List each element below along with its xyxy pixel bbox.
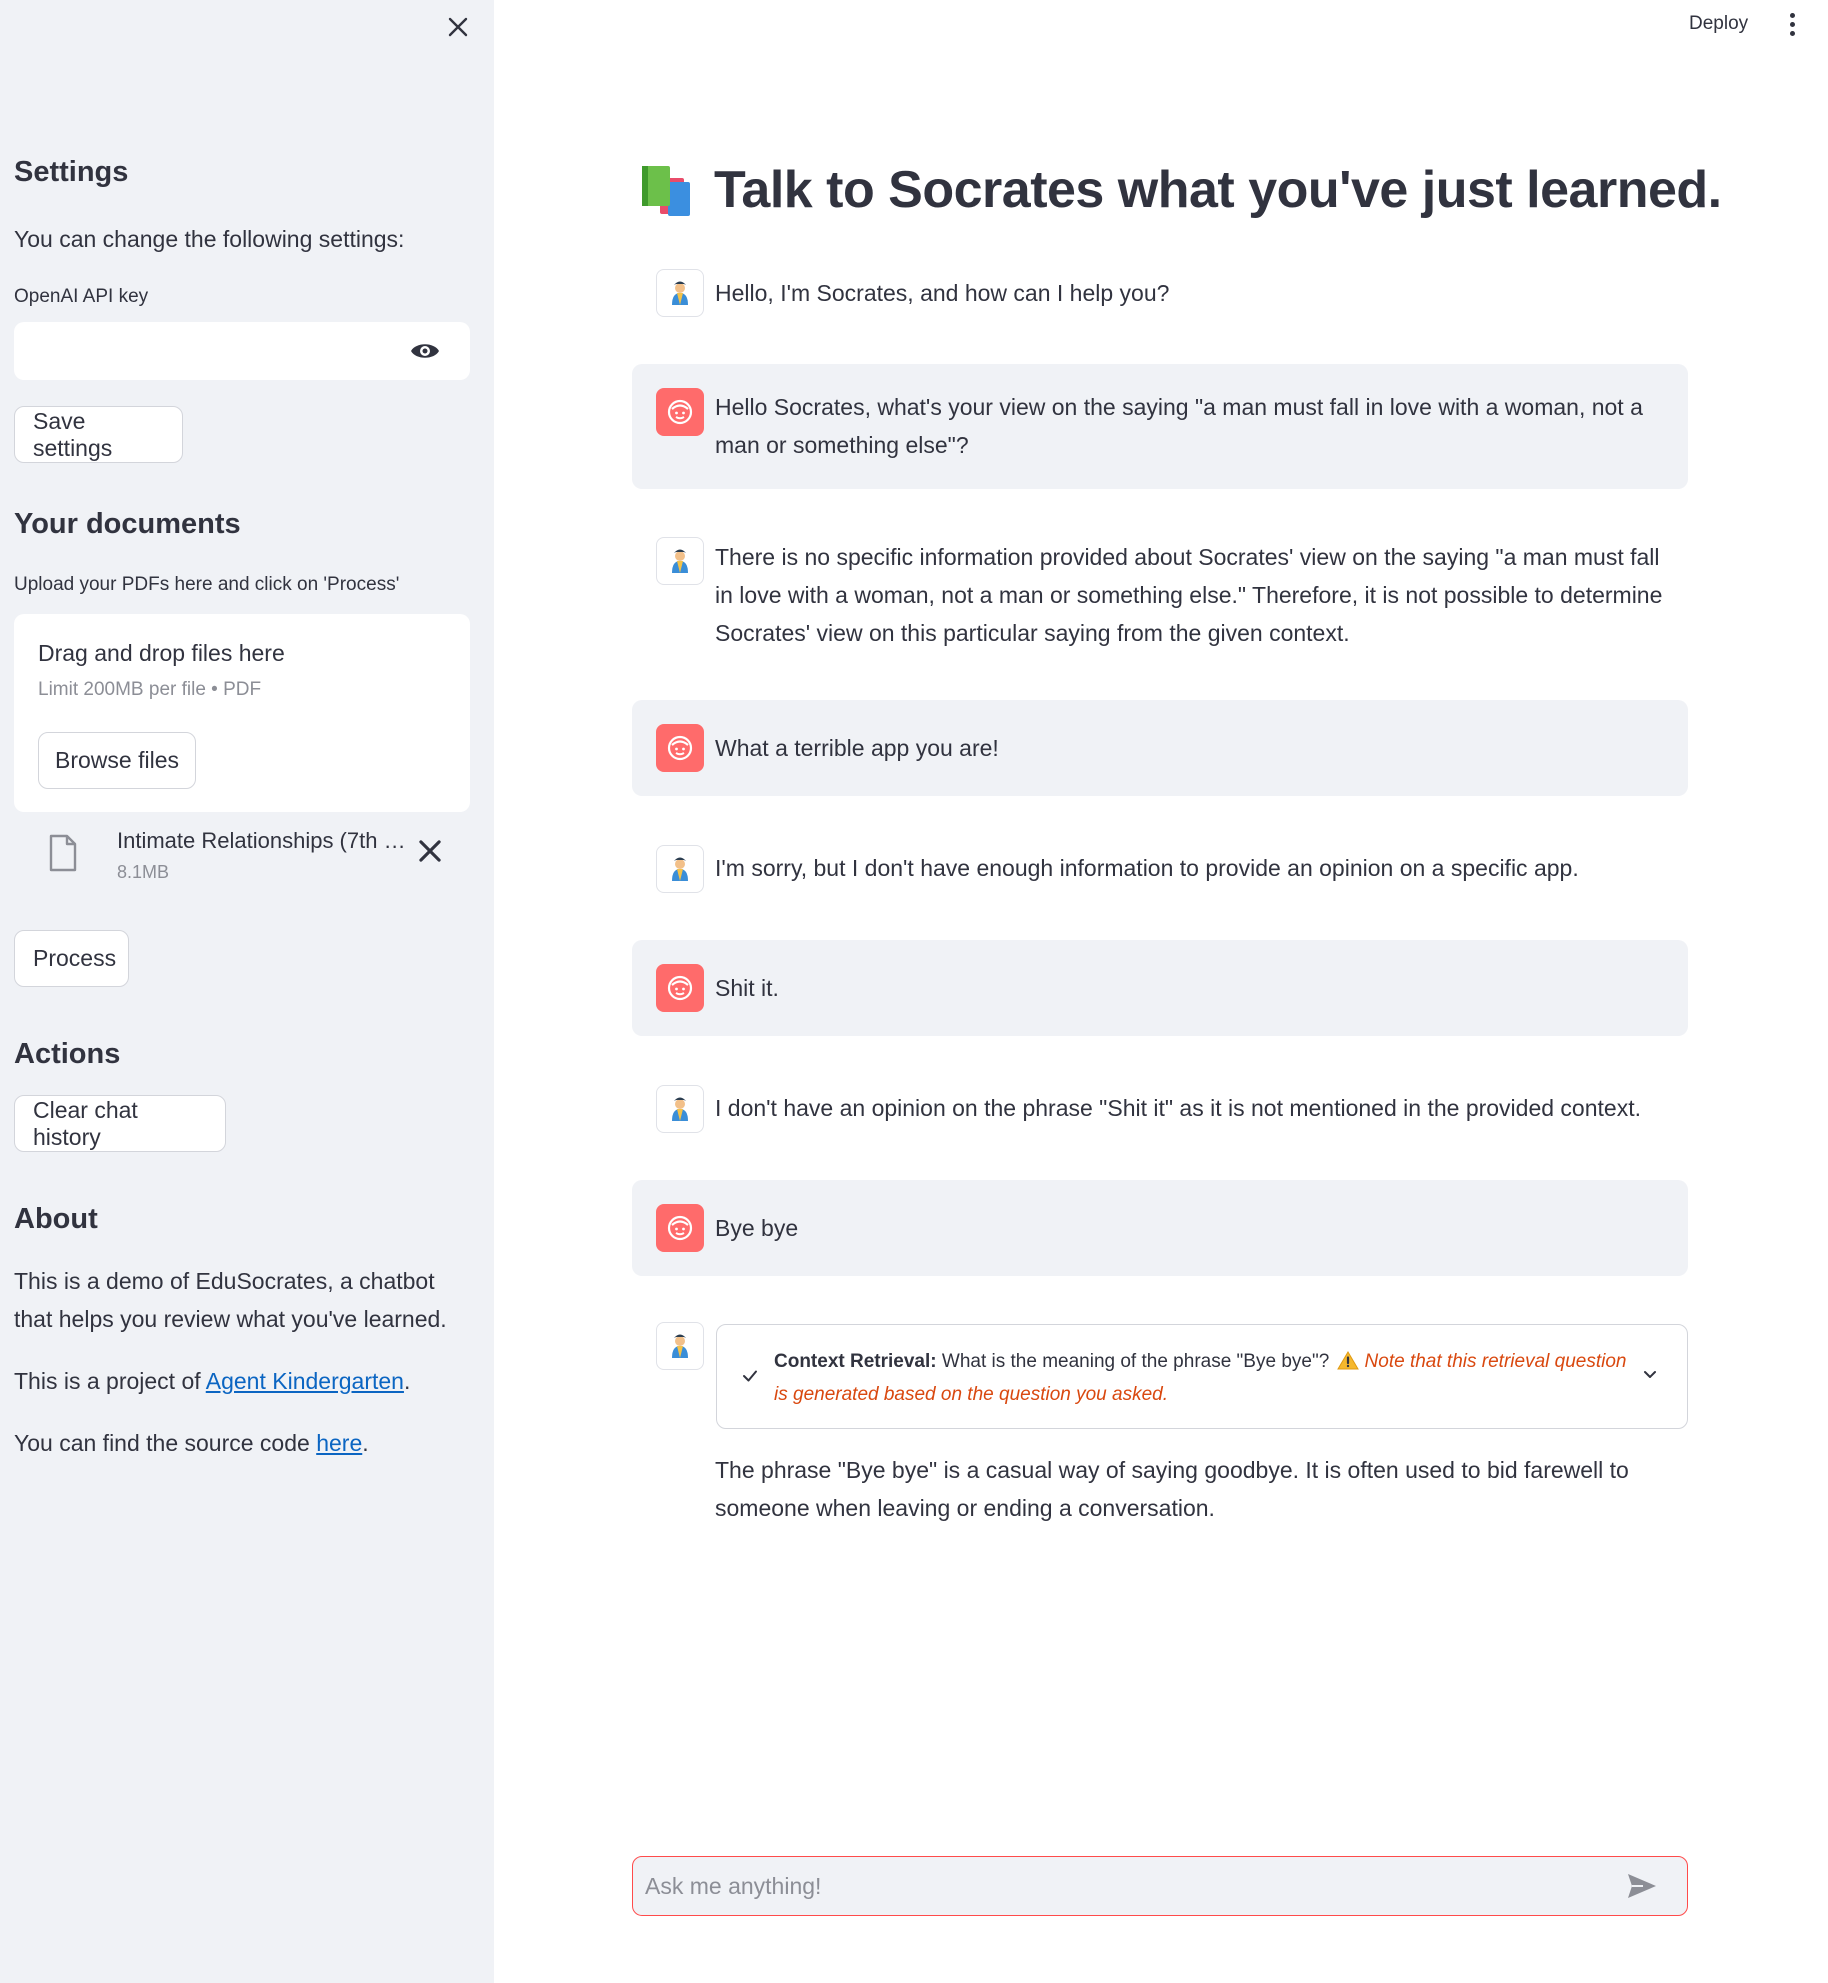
chevron-down-icon[interactable]: [1643, 1370, 1657, 1380]
socrates-avatar-icon: [672, 1097, 688, 1121]
assistant-message-text: Hello, I'm Socrates, and how can I help …: [715, 280, 1170, 306]
process-button[interactable]: Process: [14, 930, 129, 987]
assistant-avatar: [656, 269, 704, 317]
close-icon: [448, 17, 468, 37]
user-avatar: [656, 388, 704, 436]
send-icon[interactable]: [1627, 1873, 1657, 1899]
uploaded-file-size: 8.1MB: [117, 862, 170, 882]
user-message-text: Shit it.: [715, 975, 779, 1001]
socrates-avatar-icon: [672, 857, 688, 881]
about-project-prefix: This is a project of: [14, 1368, 206, 1394]
assistant-message-text: There is no specific information provide…: [715, 544, 1663, 646]
actions-heading: Actions: [14, 1038, 121, 1070]
browse-files-button[interactable]: Browse files: [38, 732, 196, 789]
context-retrieval-text: Context Retrieval: What is the meaning o…: [774, 1345, 1641, 1411]
api-key-label: OpenAI API key: [14, 286, 149, 307]
warning-icon: [1336, 1351, 1359, 1370]
scrollbar[interactable]: [1820, 0, 1828, 1983]
chat-input-field[interactable]: [645, 1863, 1605, 1909]
socrates-avatar-icon: [672, 1334, 688, 1358]
save-settings-button[interactable]: Save settings: [14, 406, 183, 463]
chat-message-assistant: I'm sorry, but I don't have enough infor…: [632, 837, 1688, 901]
chat-input-box[interactable]: [632, 1856, 1688, 1916]
assistant-avatar: [656, 1085, 704, 1133]
clear-chat-history-button[interactable]: Clear chat history: [14, 1095, 226, 1152]
user-message-text: Hello Socrates, what's your view on the …: [715, 394, 1643, 458]
page-title: Talk to Socrates what you've just learne…: [714, 161, 1722, 219]
user-avatar: [656, 964, 704, 1012]
settings-description: You can change the following settings:: [14, 226, 405, 252]
file-uploader-dropzone[interactable]: Drag and drop files here Limit 200MB per…: [14, 614, 470, 812]
about-source-prefix: You can find the source code: [14, 1430, 317, 1456]
chat-message-user: Bye bye: [632, 1180, 1688, 1276]
eye-icon[interactable]: [410, 339, 440, 363]
about-source-line: You can find the source code here.: [14, 1424, 470, 1462]
user-avatar: [656, 1204, 704, 1252]
check-icon: [743, 1370, 757, 1382]
assistant-message-text: The phrase "Bye bye" is a casual way of …: [715, 1457, 1629, 1521]
chat-message-assistant: Hello, I'm Socrates, and how can I help …: [632, 261, 1688, 325]
user-face-icon: [667, 975, 693, 1001]
page-title-row: Talk to Socrates what you've just learne…: [638, 150, 1722, 230]
chat-message-assistant: There is no specific information provide…: [632, 532, 1688, 657]
about-project-line: This is a project of Agent Kindergarten.: [14, 1362, 470, 1400]
user-face-icon: [667, 735, 693, 761]
user-face-icon: [667, 399, 693, 425]
context-retrieval-question: What is the meaning of the phrase "Bye b…: [936, 1351, 1335, 1372]
remove-file-icon[interactable]: [417, 838, 443, 864]
assistant-avatar: [656, 845, 704, 893]
chat-message-user: Hello Socrates, what's your view on the …: [632, 364, 1688, 489]
api-key-field[interactable]: [14, 322, 470, 380]
sidebar: Settings You can change the following se…: [0, 0, 494, 1983]
drag-drop-text: Drag and drop files here: [38, 640, 285, 666]
documents-heading: Your documents: [14, 508, 241, 540]
assistant-avatar: [656, 537, 704, 585]
main-menu-icon[interactable]: [1780, 8, 1804, 40]
upload-limit-text: Limit 200MB per file • PDF: [38, 679, 262, 700]
user-message-text: What a terrible app you are!: [715, 735, 999, 761]
uploaded-file-row: Intimate Relationships (7th … 8.1MB: [14, 826, 470, 888]
close-sidebar-button[interactable]: [443, 12, 473, 42]
assistant-message-text: I'm sorry, but I don't have enough infor…: [715, 855, 1579, 881]
file-icon: [49, 834, 77, 872]
user-message-text: Bye bye: [715, 1215, 799, 1241]
assistant-message-text: I don't have an opinion on the phrase "S…: [715, 1095, 1641, 1121]
chat-message-user: Shit it.: [632, 940, 1688, 1036]
source-code-link[interactable]: here: [316, 1430, 362, 1456]
about-heading: About: [14, 1203, 98, 1235]
user-avatar: [656, 724, 704, 772]
chat-message-assistant: I don't have an opinion on the phrase "S…: [632, 1077, 1688, 1141]
about-source-suffix: .: [362, 1430, 369, 1456]
books-icon: [642, 166, 690, 216]
agent-kindergarten-link[interactable]: Agent Kindergarten: [206, 1368, 404, 1394]
settings-heading: Settings: [14, 156, 129, 188]
chat-message-user: What a terrible app you are!: [632, 700, 1688, 796]
about-project-suffix: .: [403, 1368, 411, 1394]
uploaded-file-name: Intimate Relationships (7th …: [117, 828, 406, 853]
socrates-avatar-icon: [672, 281, 688, 305]
documents-description: Upload your PDFs here and click on 'Proc…: [14, 574, 400, 595]
context-retrieval-expander[interactable]: Context Retrieval: What is the meaning o…: [716, 1324, 1688, 1429]
user-face-icon: [667, 1215, 693, 1241]
about-description: This is a demo of EduSocrates, a chatbot…: [14, 1268, 447, 1332]
socrates-avatar-icon: [672, 549, 688, 573]
assistant-avatar: [656, 1322, 704, 1370]
context-retrieval-label: Context Retrieval:: [774, 1351, 937, 1372]
deploy-button[interactable]: Deploy: [1677, 8, 1760, 40]
